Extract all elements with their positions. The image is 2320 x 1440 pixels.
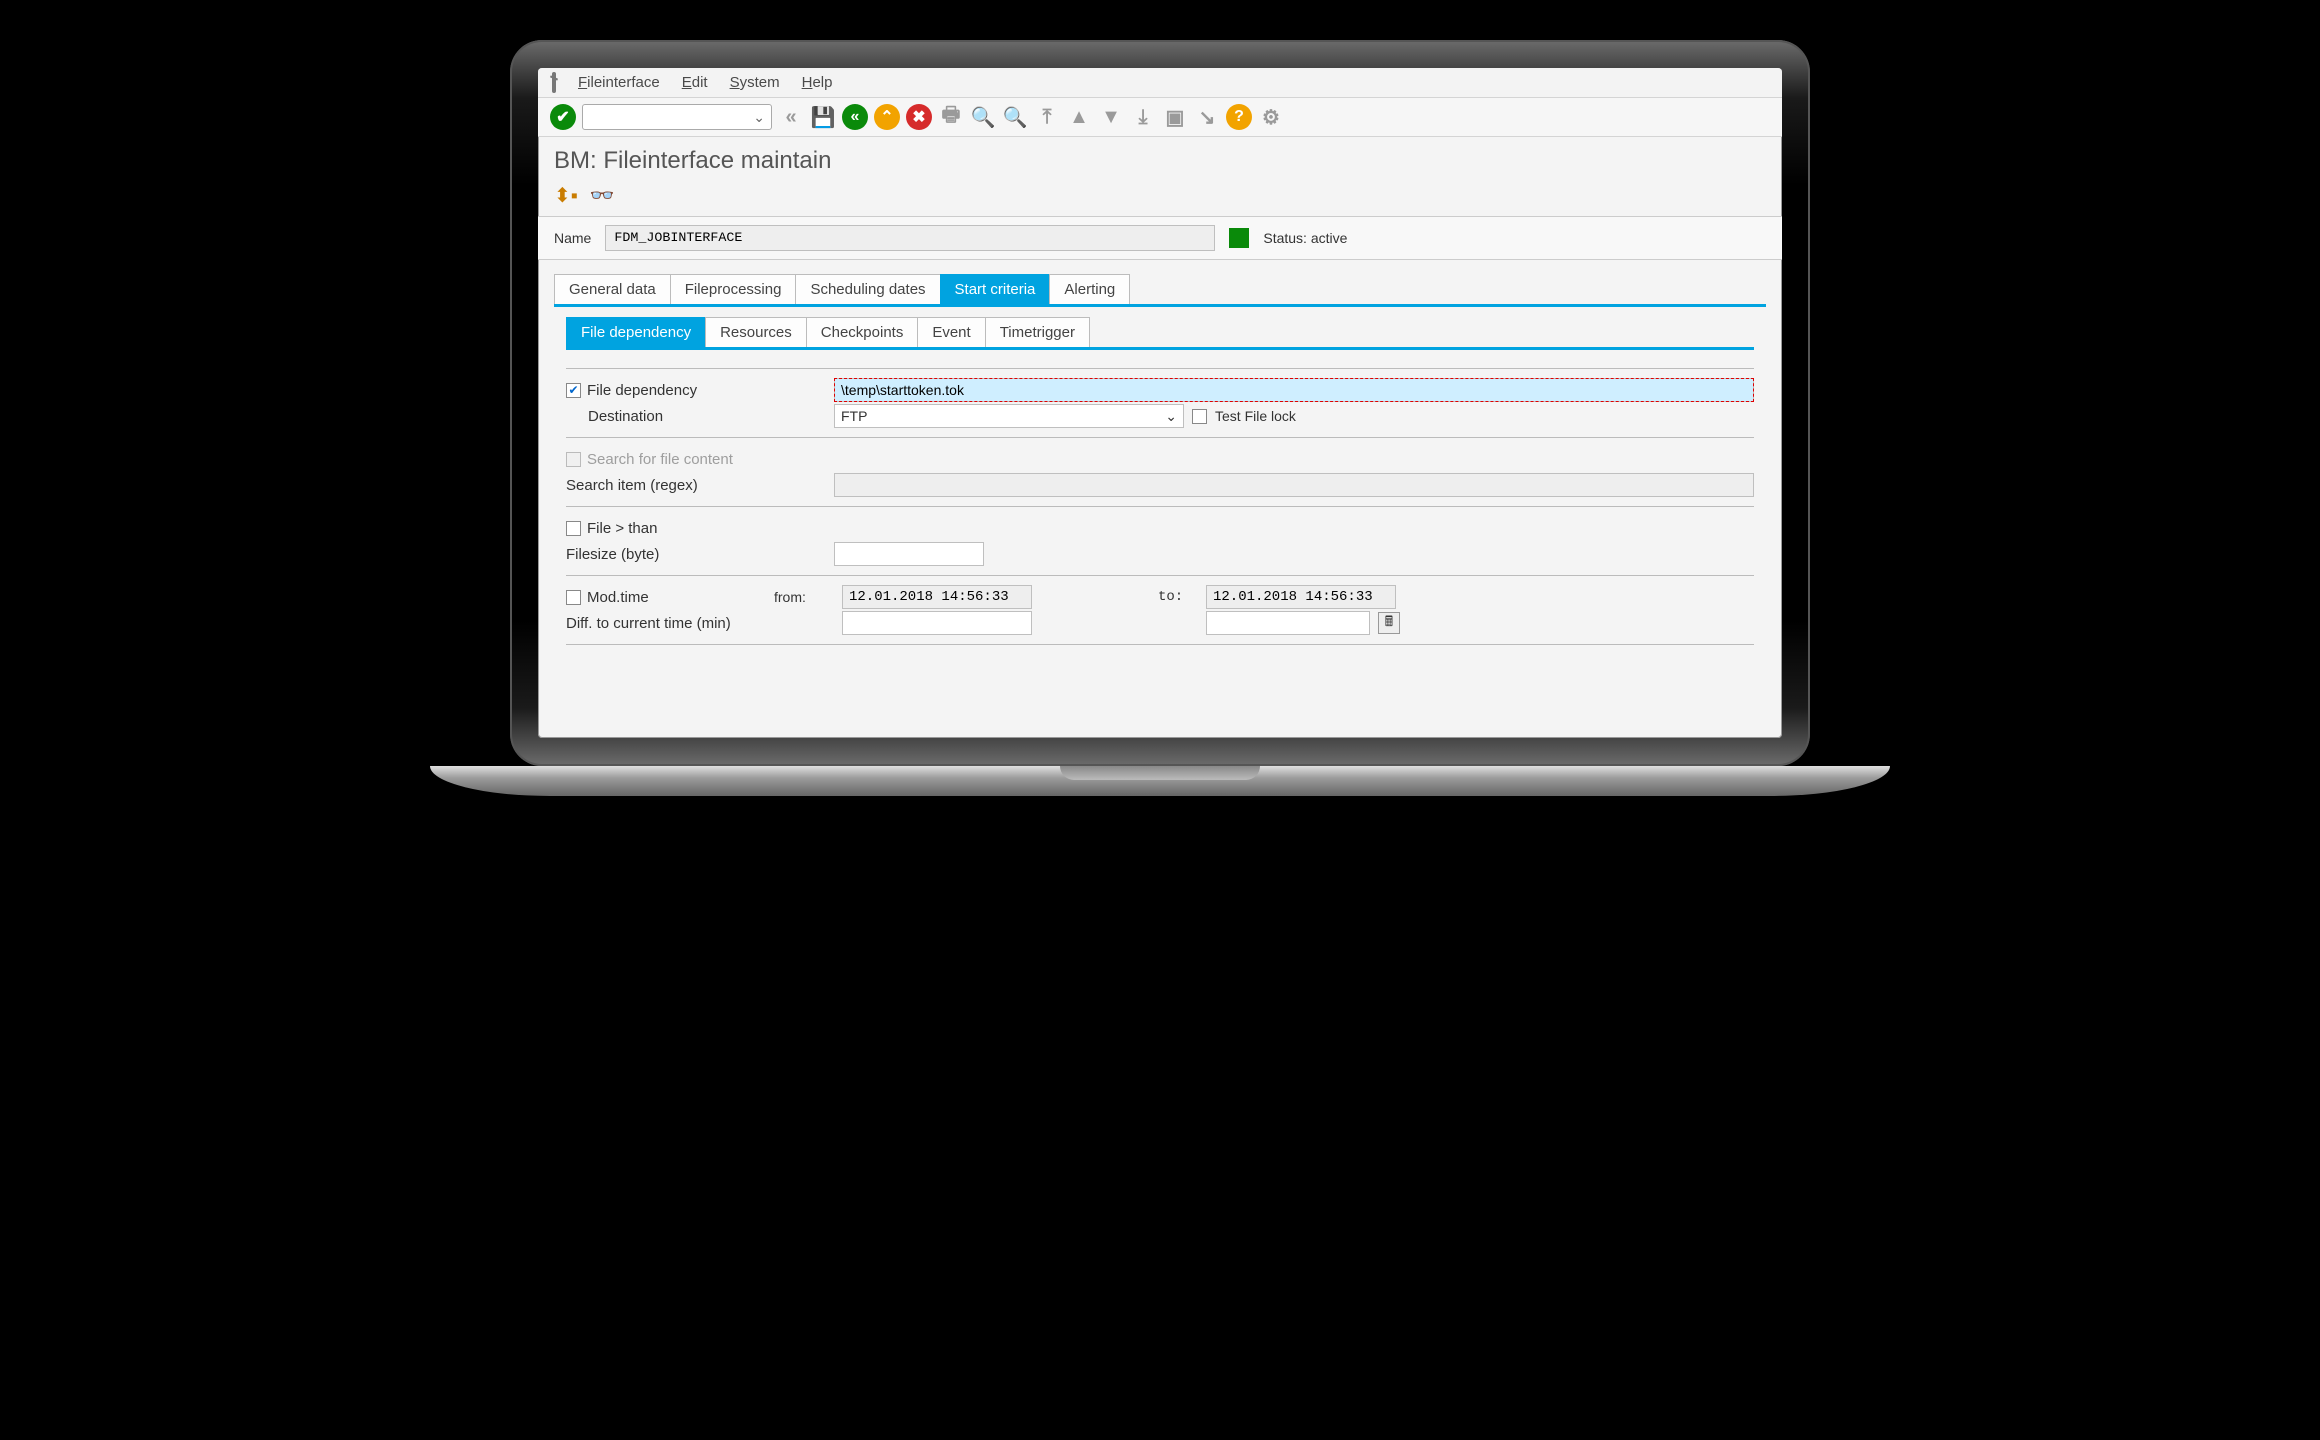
name-bar: Name Status: active (538, 216, 1782, 260)
tab-fileprocessing[interactable]: Fileprocessing (670, 274, 797, 304)
menubar: Fileinterface Edit System Help (538, 68, 1782, 98)
window-menu-icon[interactable] (552, 74, 556, 91)
search-item-input[interactable] (834, 473, 1754, 497)
shortcut-icon[interactable]: ↘ (1194, 104, 1220, 130)
menu-edit[interactable]: Edit (682, 74, 708, 91)
search-content-checkbox[interactable] (566, 452, 581, 467)
subtab-event[interactable]: Event (917, 317, 985, 347)
menu-system[interactable]: System (730, 74, 780, 91)
filesize-label: Filesize (byte) (566, 546, 826, 563)
menu-help[interactable]: Help (802, 74, 833, 91)
page-last-icon[interactable]: ⤓ (1130, 104, 1156, 130)
test-file-lock-checkbox[interactable] (1192, 409, 1207, 424)
status-indicator (1229, 228, 1249, 248)
toolbar: ✔ ⌄ « 💾 « ⌃ ✖ 🖶 🔍 🔍 ⤒ ▲ ▼ ⤓ ▣ ↘ ? ⚙ (538, 98, 1782, 137)
search-content-label: Search for file content (587, 451, 733, 468)
glasses-icon[interactable]: 👓 (590, 183, 615, 208)
destination-label: Destination (566, 408, 826, 425)
file-gt-label: File > than (587, 520, 657, 537)
form-panel: ✔ File dependency Destination FTP ⌄ Test… (538, 350, 1782, 663)
tab-scheduling-dates[interactable]: Scheduling dates (795, 274, 940, 304)
page-title: BM: Fileinterface maintain (538, 137, 1782, 181)
save-icon[interactable]: 💾 (810, 104, 836, 130)
new-session-icon[interactable]: ▣ (1162, 104, 1188, 130)
transport-icon[interactable]: ⬍▪ (554, 183, 578, 208)
up-icon[interactable]: ⌃ (874, 104, 900, 130)
modtime-label: Mod.time (587, 589, 649, 606)
laptop-base (430, 766, 1890, 796)
name-label: Name (554, 230, 591, 246)
modtime-to-input[interactable] (1206, 585, 1396, 609)
diff-from-input[interactable] (842, 611, 1032, 635)
settings-icon[interactable]: ⚙ (1258, 104, 1284, 130)
app-window: Fileinterface Edit System Help ✔ ⌄ « 💾 «… (538, 68, 1782, 738)
to-label: to: (1158, 589, 1198, 605)
tab-general-data[interactable]: General data (554, 274, 671, 304)
filesize-input[interactable] (834, 542, 984, 566)
find-next-icon[interactable]: 🔍 (1002, 104, 1028, 130)
modtime-checkbox[interactable] (566, 590, 581, 605)
file-dependency-label: File dependency (587, 382, 697, 399)
find-icon[interactable]: 🔍 (970, 104, 996, 130)
collapse-icon[interactable]: « (778, 104, 804, 130)
help-icon[interactable]: ? (1226, 104, 1252, 130)
page-first-icon[interactable]: ⤒ (1034, 104, 1060, 130)
subtab-file-dependency[interactable]: File dependency (566, 317, 706, 347)
ok-icon[interactable]: ✔ (550, 104, 576, 130)
calculator-icon[interactable]: 🖩 (1378, 612, 1400, 634)
status-label: Status: active (1263, 230, 1347, 246)
file-gt-checkbox[interactable] (566, 521, 581, 536)
name-input[interactable] (605, 225, 1215, 251)
file-dependency-checkbox[interactable]: ✔ (566, 383, 581, 398)
cancel-icon[interactable]: ✖ (906, 104, 932, 130)
tab-start-criteria[interactable]: Start criteria (940, 274, 1051, 304)
destination-value: FTP (841, 408, 867, 424)
app-toolbar: ⬍▪ 👓 (538, 181, 1782, 216)
diff-time-label: Diff. to current time (min) (566, 615, 766, 632)
page-down-icon[interactable]: ▼ (1098, 104, 1124, 130)
destination-select[interactable]: FTP ⌄ (834, 404, 1184, 428)
file-path-input[interactable] (834, 378, 1754, 402)
subtab-resources[interactable]: Resources (705, 317, 807, 347)
subtab-checkpoints[interactable]: Checkpoints (806, 317, 919, 347)
print-icon[interactable]: 🖶 (938, 104, 964, 130)
page-up-icon[interactable]: ▲ (1066, 104, 1092, 130)
back-icon[interactable]: « (842, 104, 868, 130)
menu-fileinterface[interactable]: Fileinterface (578, 74, 660, 91)
laptop-shadow (550, 806, 1770, 866)
modtime-from-input[interactable] (842, 585, 1032, 609)
from-label: from: (774, 589, 834, 605)
command-field[interactable]: ⌄ (582, 104, 772, 130)
chevron-down-icon: ⌄ (1165, 408, 1177, 425)
tab-alerting[interactable]: Alerting (1049, 274, 1130, 304)
diff-to-input[interactable] (1206, 611, 1370, 635)
search-item-label: Search item (regex) (566, 477, 826, 494)
sub-tabstrip: File dependency Resources Checkpoints Ev… (538, 307, 1782, 347)
test-file-lock-label: Test File lock (1215, 408, 1296, 424)
main-tabstrip: General data Fileprocessing Scheduling d… (538, 260, 1782, 304)
subtab-timetrigger[interactable]: Timetrigger (985, 317, 1090, 347)
